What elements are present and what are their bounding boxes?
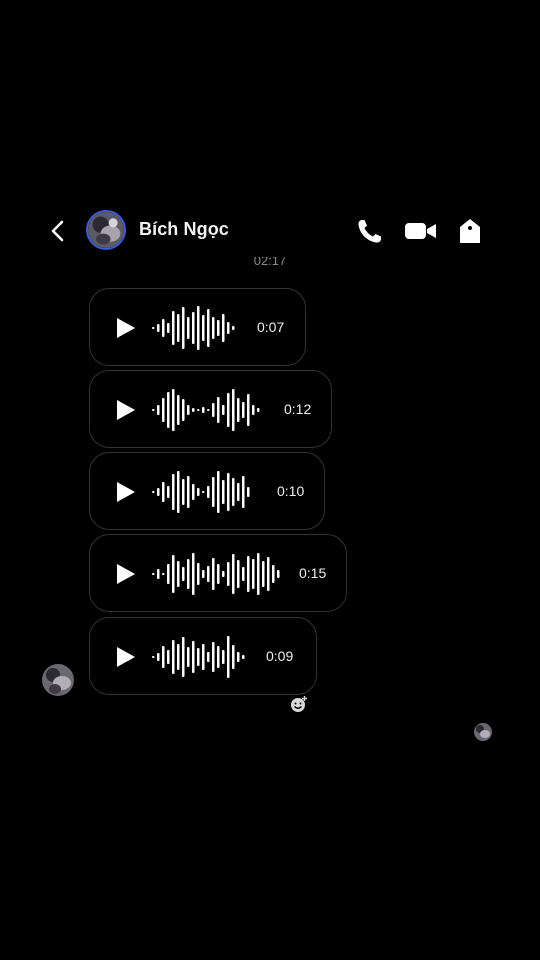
video-camera-icon bbox=[405, 223, 436, 239]
avatar-image bbox=[42, 664, 74, 696]
play-button[interactable] bbox=[114, 563, 136, 585]
back-button[interactable] bbox=[44, 217, 72, 245]
play-icon bbox=[117, 482, 135, 502]
audio-waveform bbox=[152, 467, 253, 517]
audio-waveform bbox=[152, 549, 280, 599]
play-icon bbox=[117, 400, 135, 420]
phone-icon bbox=[358, 220, 381, 243]
waveform-graphic bbox=[152, 389, 260, 431]
avatar-image bbox=[88, 212, 124, 248]
chevron-left-icon bbox=[51, 220, 64, 242]
voice-duration: 0:15 bbox=[299, 565, 327, 581]
chat-screen: Bích Ngọc 02:17 0:07 0:12 0:10 0:15 0:09 bbox=[0, 0, 540, 960]
sender-avatar[interactable] bbox=[42, 664, 74, 696]
seen-indicator-avatar bbox=[474, 723, 492, 741]
security-button[interactable] bbox=[456, 217, 484, 245]
voice-message[interactable]: 0:15 bbox=[89, 534, 347, 612]
voice-message[interactable]: 0:12 bbox=[89, 370, 332, 448]
voice-message[interactable]: 0:10 bbox=[89, 452, 325, 530]
contact-avatar[interactable] bbox=[86, 210, 126, 250]
voice-message[interactable]: 0:07 bbox=[89, 288, 306, 366]
contact-name[interactable]: Bích Ngọc bbox=[139, 219, 229, 240]
play-icon bbox=[117, 318, 135, 338]
video-call-button[interactable] bbox=[404, 217, 438, 245]
play-icon bbox=[117, 564, 135, 584]
waveform-graphic bbox=[152, 553, 280, 595]
play-button[interactable] bbox=[114, 646, 136, 668]
shield-icon bbox=[460, 219, 480, 243]
voice-duration: 0:12 bbox=[284, 401, 312, 417]
voice-duration: 0:07 bbox=[257, 319, 285, 335]
call-button[interactable] bbox=[355, 217, 385, 245]
voice-duration: 0:09 bbox=[266, 648, 294, 664]
avatar-image bbox=[474, 723, 492, 741]
waveform-graphic bbox=[152, 636, 245, 678]
play-icon bbox=[117, 647, 135, 667]
message-timestamp: 02:17 bbox=[253, 257, 287, 268]
chat-header: Bích Ngọc bbox=[0, 205, 540, 257]
audio-waveform bbox=[152, 385, 260, 435]
waveform-graphic bbox=[152, 306, 235, 350]
voice-message[interactable]: 0:09 bbox=[89, 617, 317, 695]
play-button[interactable] bbox=[114, 481, 136, 503]
add-reaction-button[interactable] bbox=[290, 695, 308, 713]
waveform-graphic bbox=[152, 471, 250, 513]
audio-waveform bbox=[152, 303, 238, 353]
audio-waveform bbox=[152, 632, 246, 682]
play-button[interactable] bbox=[114, 399, 136, 421]
voice-duration: 0:10 bbox=[277, 483, 305, 499]
play-button[interactable] bbox=[114, 317, 136, 339]
add-reaction-icon bbox=[291, 696, 307, 712]
